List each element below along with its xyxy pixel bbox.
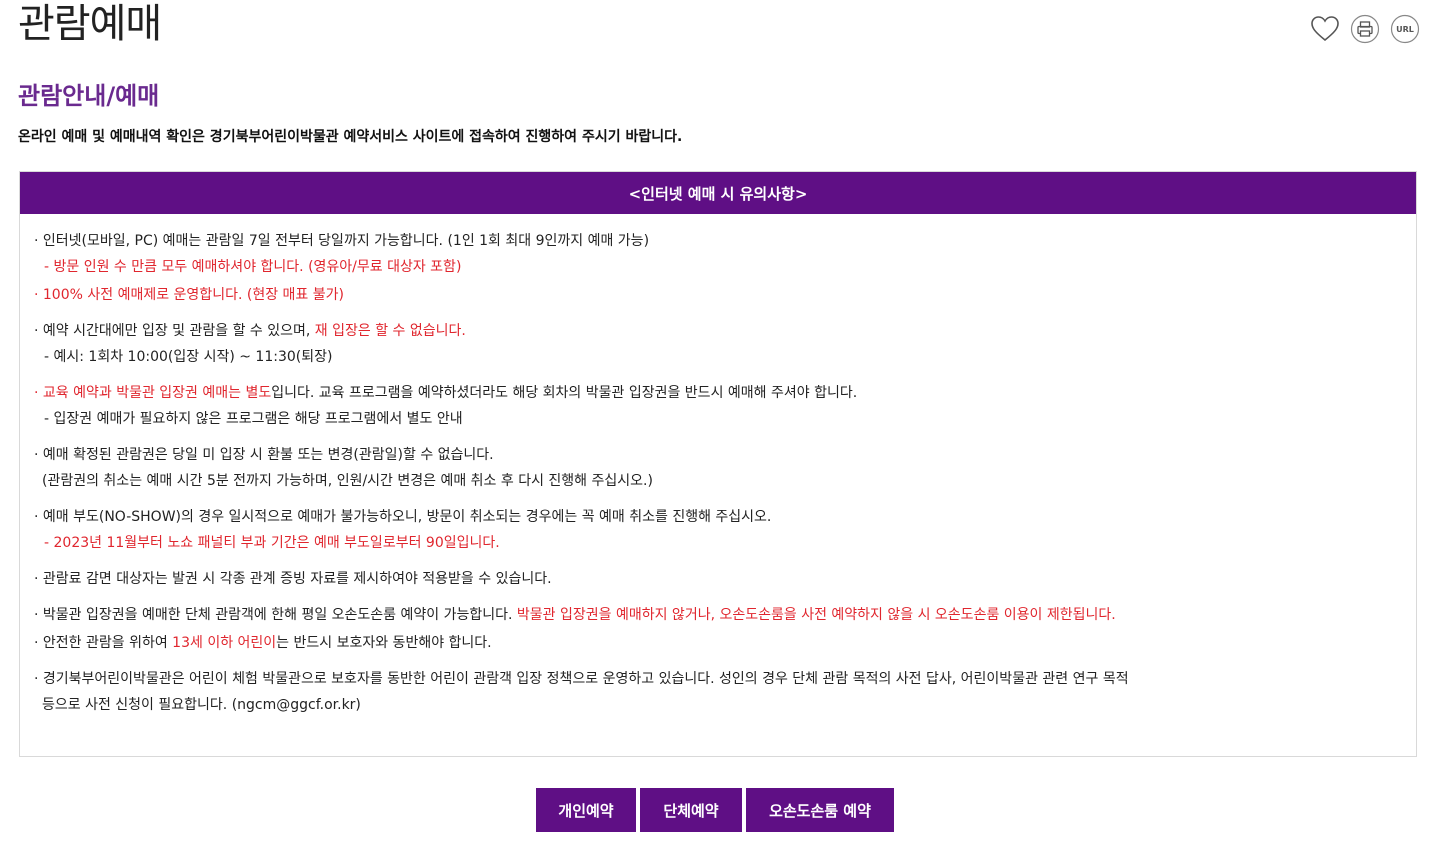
notice-line: · 안전한 관람을 위하여 13세 이하 어린이는 반드시 보호자와 동반해야 … bbox=[34, 630, 1416, 656]
notice-text: · 예약 시간대에만 입장 및 관람을 할 수 있으며, bbox=[34, 323, 315, 339]
notice-warning-text: 13세 이하 어린이 bbox=[172, 635, 277, 651]
notice-item: · 예매 확정된 관람권은 당일 미 입장 시 환불 또는 변경(관람일)할 수… bbox=[34, 442, 1416, 494]
notice-text: · 박물관 입장권을 예매한 단체 관람객에 한해 평일 오손도손룸 예약이 가… bbox=[34, 607, 517, 623]
notice-item: · 예약 시간대에만 입장 및 관람을 할 수 있으며, 재 입장은 할 수 없… bbox=[34, 318, 1416, 370]
notice-line: · 예매 확정된 관람권은 당일 미 입장 시 환불 또는 변경(관람일)할 수… bbox=[34, 447, 494, 463]
favorite-button[interactable] bbox=[1310, 14, 1340, 44]
url-label: URL bbox=[1396, 24, 1414, 34]
notice-line: · 관람료 감면 대상자는 발권 시 각종 관계 증빙 자료를 제시하여야 적용… bbox=[34, 571, 552, 587]
notice-continuation: 등으로 사전 신청이 필요합니다. (ngcm@ggcf.or.kr) bbox=[42, 697, 361, 713]
url-copy-button[interactable]: URL bbox=[1390, 14, 1420, 44]
print-icon bbox=[1350, 14, 1380, 44]
notice-item: · 관람료 감면 대상자는 발권 시 각종 관계 증빙 자료를 제시하여야 적용… bbox=[34, 566, 1416, 592]
notice-line: · 인터넷(모바일, PC) 예매는 관람일 7일 전부터 당일까지 가능합니다… bbox=[34, 233, 650, 249]
notice-line: · 예약 시간대에만 입장 및 관람을 할 수 있으며, 재 입장은 할 수 없… bbox=[34, 318, 1416, 344]
notice-sub: - 예시: 1회차 10:00(입장 시작) ~ 11:30(퇴장) bbox=[44, 349, 333, 365]
notice-text: · 안전한 관람을 위하여 bbox=[34, 635, 173, 651]
notice-line: · 경기북부어린이박물관은 어린이 체험 박물관으로 보호자를 동반한 어린이 … bbox=[34, 671, 1129, 687]
notice-text: 는 반드시 보호자와 동반해야 합니다. bbox=[276, 635, 492, 651]
notice-sub-warning: - 방문 인원 수 만큼 모두 예매하셔야 합니다. (영유아/무료 대상자 포… bbox=[44, 259, 462, 275]
notice-item: · 안전한 관람을 위하여 13세 이하 어린이는 반드시 보호자와 동반해야 … bbox=[34, 630, 1416, 656]
notice-line: · 박물관 입장권을 예매한 단체 관람객에 한해 평일 오손도손룸 예약이 가… bbox=[34, 602, 1416, 628]
individual-reservation-button[interactable]: 개인예약 bbox=[536, 788, 636, 832]
page-tools: URL bbox=[1310, 14, 1420, 44]
notice-item: · 박물관 입장권을 예매한 단체 관람객에 한해 평일 오손도손룸 예약이 가… bbox=[34, 602, 1416, 628]
notice-line-warning: · 100% 사전 예매제로 운영합니다. (현장 매표 불가) bbox=[34, 287, 344, 303]
notice-warning-text: 재 입장은 할 수 없습니다. bbox=[314, 323, 466, 339]
notice-item: · 경기북부어린이박물관은 어린이 체험 박물관으로 보호자를 동반한 어린이 … bbox=[34, 666, 1416, 718]
notice-box: <인터넷 예매 시 유의사항> · 인터넷(모바일, PC) 예매는 관람일 7… bbox=[19, 171, 1417, 757]
notice-item: · 교육 예약과 박물관 입장권 예매는 별도입니다. 교육 프로그램을 예약하… bbox=[34, 380, 1416, 432]
notice-warning-text: · 교육 예약과 박물관 입장권 예매는 별도 bbox=[34, 385, 272, 401]
notice-warning-text: 박물관 입장권을 예매하지 않거나, 오손도손룸을 사전 예약하지 않을 시 오… bbox=[516, 607, 1116, 623]
heart-icon bbox=[1311, 16, 1339, 42]
notice-sub-warning: - 2023년 11월부터 노쇼 패널티 부과 기간은 예매 부도일로부터 90… bbox=[44, 535, 500, 551]
notice-line: · 예매 부도(NO-SHOW)의 경우 일시적으로 예매가 불가능하오니, 방… bbox=[34, 509, 772, 525]
print-button[interactable] bbox=[1350, 14, 1380, 44]
notice-text: 입니다. 교육 프로그램을 예약하셨더라도 해당 회차의 박물관 입장권을 반드… bbox=[271, 385, 858, 401]
notice-body: · 인터넷(모바일, PC) 예매는 관람일 7일 전부터 당일까지 가능합니다… bbox=[20, 214, 1416, 718]
group-reservation-button[interactable]: 단체예약 bbox=[640, 788, 742, 832]
intro-text: 온라인 예매 및 예매내역 확인은 경기북부어린이박물관 예약서비스 사이트에 … bbox=[18, 129, 683, 145]
notice-sub: - 입장권 예매가 필요하지 않은 프로그램은 해당 프로그램에서 별도 안내 bbox=[44, 411, 463, 427]
section-title: 관람안내/예매 bbox=[18, 82, 160, 110]
notice-item: · 100% 사전 예매제로 운영합니다. (현장 매표 불가) bbox=[34, 282, 1416, 308]
notice-item: · 인터넷(모바일, PC) 예매는 관람일 7일 전부터 당일까지 가능합니다… bbox=[34, 228, 1416, 280]
notice-line: · 교육 예약과 박물관 입장권 예매는 별도입니다. 교육 프로그램을 예약하… bbox=[34, 380, 1416, 406]
notice-header: <인터넷 예매 시 유의사항> bbox=[20, 172, 1416, 214]
page-title: 관람예매 bbox=[18, 1, 162, 47]
notice-continuation: (관람권의 취소는 예매 시간 5분 전까지 가능하며, 인원/시간 변경은 예… bbox=[42, 473, 653, 489]
osondoson-room-reservation-button[interactable]: 오손도손룸 예약 bbox=[746, 788, 894, 832]
notice-item: · 예매 부도(NO-SHOW)의 경우 일시적으로 예매가 불가능하오니, 방… bbox=[34, 504, 1416, 556]
reservation-buttons: 개인예약 단체예약 오손도손룸 예약 bbox=[0, 788, 1430, 832]
